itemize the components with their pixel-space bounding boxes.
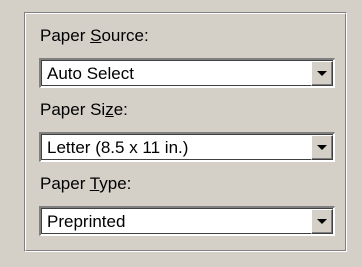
paper-type-label-text-end: ype: xyxy=(99,174,132,193)
paper-size-accelerator: z xyxy=(105,100,114,119)
paper-type-label-text: Paper xyxy=(40,174,90,193)
paper-size-label: Paper Size: xyxy=(40,100,128,120)
paper-type-accelerator: T xyxy=(89,174,100,193)
paper-type-dropdown[interactable]: Preprinted xyxy=(39,206,335,236)
paper-source-label: Paper Source: xyxy=(40,26,149,46)
paper-size-value: Letter (8.5 x 11 in.) xyxy=(47,138,189,157)
paper-size-dropdown[interactable]: Letter (8.5 x 11 in.) xyxy=(39,132,335,162)
paper-source-label-text-end: ource: xyxy=(101,26,149,45)
paper-source-label-text: Paper xyxy=(40,26,91,45)
paper-size-label-text-end: e: xyxy=(113,100,128,119)
paper-source-dropdown[interactable]: Auto Select xyxy=(39,58,335,88)
paper-source-accelerator: S xyxy=(90,26,102,45)
paper-type-label: Paper Type: xyxy=(40,174,131,194)
paper-source-dropdown-button[interactable] xyxy=(311,61,333,86)
chevron-down-icon xyxy=(317,219,327,224)
paper-source-value: Auto Select xyxy=(47,64,134,83)
chevron-down-icon xyxy=(317,71,327,76)
paper-type-dropdown-button[interactable] xyxy=(311,209,333,234)
chevron-down-icon xyxy=(317,145,327,150)
paper-size-dropdown-button[interactable] xyxy=(311,135,333,160)
paper-type-value: Preprinted xyxy=(47,212,126,231)
paper-size-label-text: Paper Si xyxy=(40,100,106,119)
